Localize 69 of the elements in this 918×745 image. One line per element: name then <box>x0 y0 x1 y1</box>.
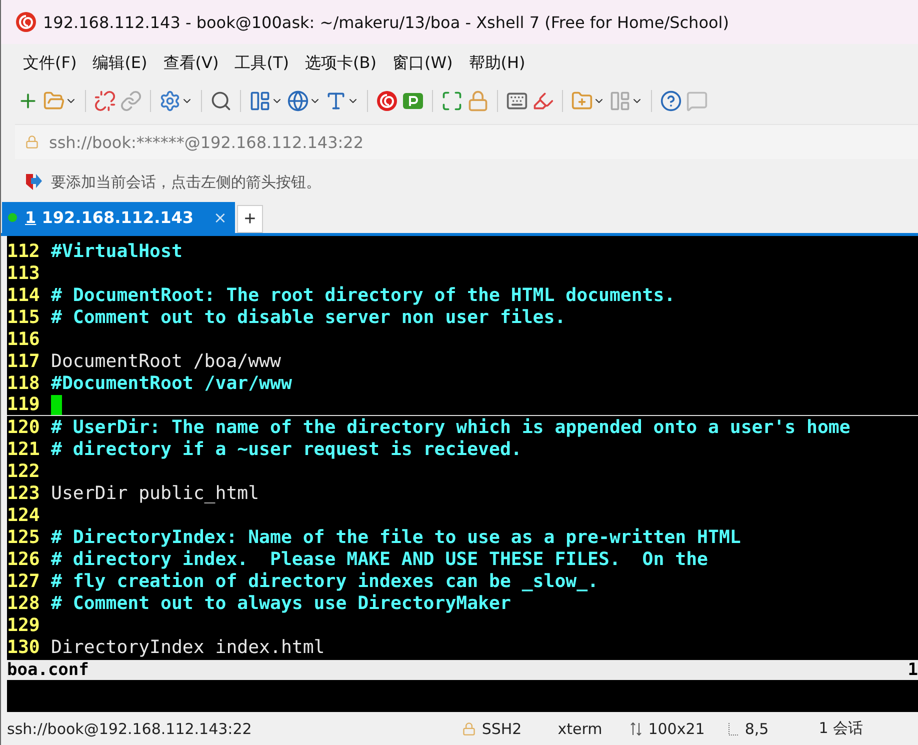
menu-item[interactable]: 编辑(E) <box>84 52 156 74</box>
code-line: #VirtualHost <box>51 240 182 262</box>
spiral-icon[interactable] <box>376 90 398 112</box>
address-field[interactable]: ssh://book:******@192.168.112.143:22 <box>15 124 918 159</box>
new-tab-button[interactable]: + <box>236 205 263 233</box>
line-number: 113 <box>7 262 41 284</box>
connection-status: ssh://book@192.168.112.143:22 <box>7 720 252 738</box>
globe-icon[interactable] <box>287 90 309 112</box>
highlighter-icon[interactable] <box>532 90 554 112</box>
text-cursor <box>51 394 62 414</box>
cursor-position: 8,5 <box>744 720 769 738</box>
line-number: 125 <box>7 526 41 548</box>
session-count: 1 会话 <box>818 719 863 738</box>
resize-icon <box>630 722 642 736</box>
line-number: 130 <box>7 636 41 658</box>
font-icon[interactable] <box>325 90 347 112</box>
arrow-icon[interactable] <box>23 172 43 192</box>
line-number: 129 <box>7 614 41 636</box>
settings-icon[interactable] <box>159 90 181 112</box>
code-line: # Comment out to disable server non user files. <box>51 306 566 328</box>
keyboard-icon[interactable] <box>506 90 528 112</box>
lock-icon <box>462 722 476 736</box>
line-number: 118 <box>7 372 41 394</box>
menu-item[interactable]: 查看(V) <box>155 52 227 74</box>
line-number: 122 <box>7 460 41 482</box>
line-number: 123 <box>7 482 41 504</box>
search-icon[interactable] <box>210 90 232 112</box>
file-name: boa.conf <box>7 660 89 680</box>
menu-item[interactable]: 文件(F) <box>15 52 85 74</box>
code-line: UserDir public_html <box>51 482 260 504</box>
lock-icon <box>25 135 39 149</box>
line-number: 117 <box>7 350 41 372</box>
line-number: 112 <box>7 240 41 262</box>
terminal-size: 100x21 <box>648 720 705 738</box>
code-line: # UserDir: The name of the directory which is appended onto a user's home <box>51 416 850 438</box>
code-line: DocumentRoot /boa/www <box>51 350 281 372</box>
menu-item[interactable]: 窗口(W) <box>384 52 461 74</box>
menu-item[interactable]: 工具(T) <box>226 52 297 74</box>
code-line: # directory if a ~user request is recieved. <box>51 438 522 460</box>
disconnect-icon[interactable] <box>94 90 116 112</box>
line-number: 124 <box>7 504 41 526</box>
session-tab[interactable]: 1 192.168.112.143 × <box>2 202 235 233</box>
line-number: 115 <box>7 306 41 328</box>
code-line: #DocumentRoot /var/www <box>51 372 292 394</box>
app-logo-icon[interactable] <box>15 11 37 33</box>
code-line: # fly creation of directory indexes can be _slow_. <box>51 570 598 592</box>
code-line: # directory index. Please MAKE AND USE THESE FILES. On the <box>51 548 708 570</box>
line-number: 119 <box>7 394 41 415</box>
line-number: 120 <box>7 416 41 438</box>
code-line: # DocumentRoot: The root directory of the HTML documents. <box>51 284 676 306</box>
line-number: 128 <box>7 592 41 614</box>
code-line: DirectoryIndex index.html <box>51 636 325 658</box>
window-title: 192.168.112.143 - book@100ask: ~/makeru/13/boa - Xshell 7 (Free for Home/School) <box>43 12 729 32</box>
hint-text: 要添加当前会话，点击左侧的箭头按钮。 <box>51 172 321 192</box>
line-number: 127 <box>7 570 41 592</box>
cursor-position-icon <box>726 722 739 736</box>
code-line: # Comment out to always use DirectoryMaker <box>51 592 511 614</box>
line-number: 116 <box>7 328 41 350</box>
protocol-label: SSH2 <box>482 720 522 738</box>
menu-item[interactable]: 帮助(H) <box>460 52 534 74</box>
help-icon[interactable] <box>660 90 682 112</box>
code-line: # DirectoryIndex: Name of the file to use as a pre-written HTML <box>51 526 741 548</box>
menu-item[interactable]: 选项卡(B) <box>296 52 384 74</box>
terminal-type: xterm <box>558 720 602 738</box>
fullscreen-icon[interactable] <box>441 90 463 112</box>
line-number: 114 <box>7 284 41 306</box>
line-position: 1 <box>908 660 918 680</box>
line-number: 121 <box>7 438 41 460</box>
line-number: 126 <box>7 548 41 570</box>
